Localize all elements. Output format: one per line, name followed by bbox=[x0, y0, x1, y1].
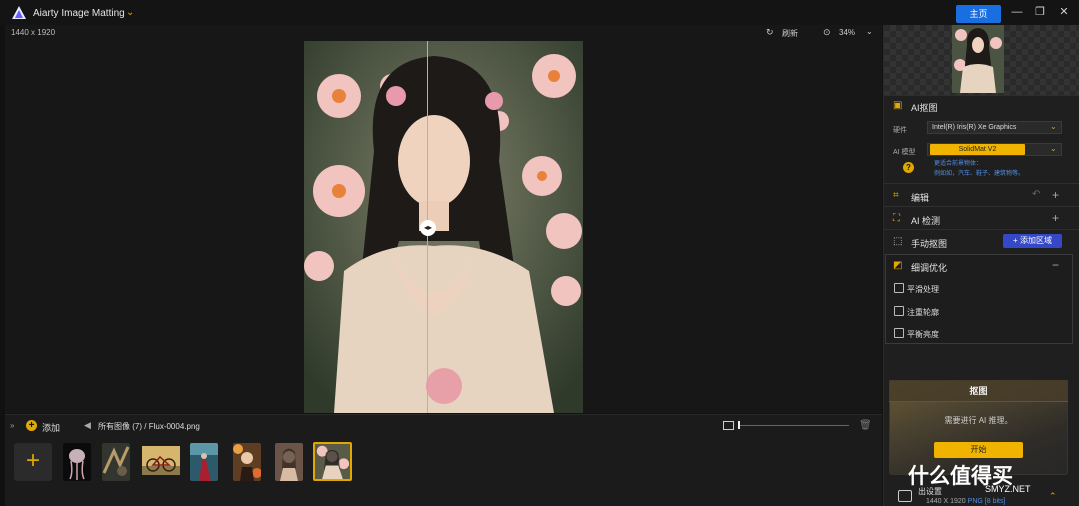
hardware-select[interactable]: Intel(R) Iris(R) Xe Graphics bbox=[927, 121, 1062, 134]
model-hint-2: 例如如，汽车、鞋子、建筑物等。 bbox=[934, 171, 1025, 177]
ai-matting-icon: ▣ bbox=[893, 100, 903, 111]
home-button[interactable]: 主页 bbox=[956, 5, 1001, 23]
refresh-button[interactable]: 刷新 bbox=[782, 28, 798, 39]
model-hint-1: 更适合前景物体： bbox=[934, 161, 983, 167]
thumbnail-size-slider[interactable] bbox=[739, 425, 849, 426]
expand-plus-icon[interactable]: + bbox=[1052, 211, 1059, 225]
thumb-selected[interactable] bbox=[313, 442, 352, 481]
watermark-sub: SMYZ.NET bbox=[985, 484, 1031, 494]
smooth-checkbox[interactable] bbox=[894, 283, 904, 293]
thumb-jellyfish[interactable] bbox=[63, 443, 91, 481]
balance-label: 平衡亮度 bbox=[907, 330, 939, 339]
add-button[interactable]: 添加 bbox=[42, 421, 60, 434]
main-image[interactable] bbox=[304, 41, 583, 413]
hardware-value: Intel(R) Iris(R) Xe Graphics bbox=[932, 124, 1017, 131]
add-icon[interactable]: + bbox=[26, 420, 37, 431]
preview-image bbox=[952, 25, 1004, 93]
close-icon[interactable]: ✕ bbox=[1057, 6, 1071, 18]
zoom-icon[interactable]: ⊙ bbox=[823, 27, 831, 38]
thumb-woman-portrait[interactable] bbox=[275, 443, 303, 481]
start-button[interactable]: 开始 bbox=[934, 442, 1023, 458]
divider bbox=[884, 183, 1079, 184]
ai-matting-title: AI抠图 bbox=[911, 103, 938, 113]
divider bbox=[884, 229, 1079, 230]
matting-title: 抠图 bbox=[889, 380, 1068, 402]
output-settings-icon[interactable] bbox=[898, 490, 912, 502]
balance-checkbox[interactable] bbox=[894, 328, 904, 338]
refresh-icon[interactable]: ↻ bbox=[766, 27, 774, 38]
chevron-down-icon[interactable]: ⌄ bbox=[126, 7, 134, 18]
output-bits: [8 bits] bbox=[984, 498, 1006, 505]
output-size: 1440 X 1920 bbox=[926, 498, 966, 505]
ai-detect-title[interactable]: AI 检测 bbox=[911, 214, 940, 227]
undo-icon[interactable]: ↶ bbox=[1032, 189, 1040, 200]
model-label: AI 模型 bbox=[893, 149, 916, 156]
contour-checkbox[interactable] bbox=[894, 306, 904, 316]
collapse-minus-icon[interactable]: − bbox=[1052, 258, 1059, 272]
add-region-button[interactable]: + 添加区域 bbox=[1003, 234, 1062, 248]
minimize-icon[interactable]: — bbox=[1010, 6, 1024, 18]
crop-icon: ⌗ bbox=[893, 190, 899, 201]
chevron-down-icon[interactable]: ⌄ bbox=[1050, 144, 1057, 153]
divider bbox=[884, 95, 1079, 96]
output-meta: 1440 X 1920 PNG [8 bits] bbox=[926, 498, 1005, 505]
contour-label: 注重轮廓 bbox=[907, 308, 939, 317]
thumb-bicycle[interactable] bbox=[142, 446, 180, 475]
thumb-woman-red[interactable] bbox=[190, 443, 218, 481]
add-image-tile[interactable]: + bbox=[14, 443, 52, 481]
smooth-label: 平滑处理 bbox=[907, 285, 939, 294]
thumb-girl-flowers[interactable] bbox=[233, 443, 261, 481]
breadcrumb-all-images[interactable]: 所有图像 (7) bbox=[98, 422, 142, 431]
image-size-label: 1440 x 1920 bbox=[11, 28, 56, 37]
expand-up-icon[interactable]: ⌃ bbox=[1049, 491, 1057, 502]
back-arrow-icon[interactable]: ◀ bbox=[84, 420, 91, 431]
app-title: Aiarty Image Matting bbox=[33, 8, 125, 19]
zoom-level[interactable]: 34% bbox=[839, 28, 855, 37]
breadcrumb: 所有图像 (7) / Flux-0004.png bbox=[98, 421, 200, 432]
manual-select-icon: ⬚ bbox=[893, 236, 903, 247]
refine-icon: ◩ bbox=[893, 260, 903, 271]
trash-icon[interactable]: 🗑 bbox=[859, 420, 872, 431]
compare-handle-icon[interactable]: ◂▸ bbox=[420, 220, 436, 236]
edit-section-title[interactable]: 编辑 bbox=[911, 191, 929, 204]
expand-plus-icon[interactable]: + bbox=[1052, 188, 1059, 202]
manual-matting-title[interactable]: 手动抠图 bbox=[911, 237, 947, 250]
restore-icon[interactable]: ❐ bbox=[1033, 6, 1047, 18]
output-format: PNG bbox=[967, 498, 983, 505]
image-size-icon bbox=[723, 421, 734, 430]
hardware-label: 硬件 bbox=[893, 127, 907, 134]
breadcrumb-file: Flux-0004.png bbox=[148, 422, 200, 431]
slider-handle[interactable] bbox=[738, 421, 740, 429]
app-logo-icon bbox=[12, 6, 26, 19]
model-value[interactable]: SolidMat V2 bbox=[930, 144, 1025, 155]
zoom-chevron-icon[interactable]: ⌄ bbox=[866, 27, 873, 36]
chevron-down-icon[interactable]: ⌄ bbox=[1050, 122, 1057, 131]
collapse-icon[interactable]: » bbox=[10, 421, 14, 430]
divider bbox=[884, 206, 1079, 207]
thumb-graffiti[interactable] bbox=[102, 443, 130, 481]
breadcrumb-separator: / bbox=[144, 422, 147, 431]
matting-message: 需要进行 AI 推理。 bbox=[944, 416, 1013, 425]
title-bar bbox=[0, 0, 1079, 25]
help-icon[interactable]: ? bbox=[903, 162, 914, 173]
ai-detect-icon: ⛶ bbox=[893, 213, 900, 224]
refine-title[interactable]: 细调优化 bbox=[911, 261, 947, 274]
